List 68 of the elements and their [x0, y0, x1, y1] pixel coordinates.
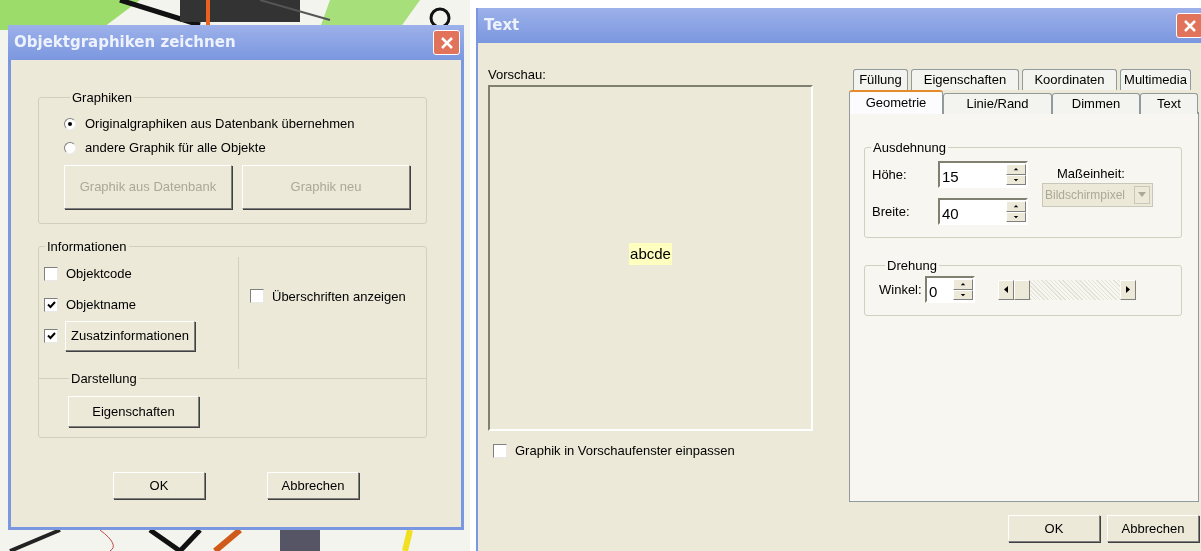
tab[interactable]: Multimedia [1120, 69, 1191, 90]
group-label: Ausdehnung [872, 139, 947, 157]
checkbox[interactable] [44, 267, 58, 281]
checkbox-label: Objektcode [65, 265, 132, 284]
checkmark-icon [46, 332, 56, 340]
spin-up-button[interactable] [1006, 164, 1026, 175]
group-label: Drehung [886, 257, 938, 275]
option-label: andere Graphik für alle Objekte [85, 138, 266, 157]
caret-right-icon [1126, 286, 1130, 293]
slider-thumb[interactable] [1014, 279, 1030, 300]
preview-text: abcde [629, 242, 672, 266]
checkmark-icon [46, 301, 56, 309]
caret-down-icon [1138, 192, 1146, 197]
button[interactable]: OK [1008, 515, 1100, 542]
spin-down-button[interactable] [953, 289, 973, 300]
caret-up-icon [1013, 204, 1019, 209]
window-title: Text [484, 15, 520, 37]
field-label: Höhe: [872, 165, 908, 184]
tab[interactable]: Eigenschaften [911, 69, 1019, 90]
spin-down-button[interactable] [1006, 211, 1026, 222]
tab[interactable]: Text [1140, 93, 1198, 114]
button[interactable]: Abbrechen [267, 472, 359, 499]
button[interactable]: OK [113, 472, 205, 499]
option-label: Originalgraphiken aus Datenbank übernehmen [85, 114, 355, 133]
radio-button[interactable] [64, 141, 76, 154]
spin-field[interactable]: 15 [938, 161, 1028, 188]
button[interactable]: Eigenschaften [68, 396, 199, 427]
group-label: Darstellung [70, 369, 138, 388]
button[interactable]: Zusatzinformationen [65, 321, 195, 351]
close-icon [439, 35, 454, 50]
spin-up-button[interactable] [1006, 201, 1026, 212]
scroll-right-button[interactable] [1120, 279, 1136, 300]
close-icon [1182, 18, 1197, 33]
preview-label: Vorschau: [488, 66, 547, 84]
spin-field[interactable]: 0 [925, 276, 975, 303]
caret-down-icon [1013, 214, 1019, 219]
tab[interactable]: Füllung [853, 69, 908, 90]
group-label: Informationen [46, 238, 128, 256]
tab[interactable]: Linie/Rand [943, 93, 1052, 114]
tab[interactable]: Dimmen [1052, 93, 1140, 114]
tab[interactable]: Koordinaten [1022, 69, 1117, 90]
close-button[interactable] [433, 30, 460, 55]
field-label: Winkel: [879, 280, 923, 299]
checkbox[interactable] [44, 329, 58, 343]
checkbox-label: Objektname [65, 296, 137, 315]
checkbox-label: Graphik in Vorschaufenster einpassen [515, 442, 735, 460]
group-label: Graphiken [71, 89, 133, 107]
spin-field[interactable]: 40 [938, 198, 1028, 225]
caret-left-icon [1004, 286, 1008, 293]
button[interactable]: Abbrechen [1107, 515, 1199, 542]
caret-down-icon [1013, 177, 1019, 182]
close-button[interactable] [1176, 13, 1201, 38]
spin-down-button[interactable] [1006, 174, 1026, 185]
checkbox[interactable] [44, 298, 58, 312]
checkbox[interactable] [493, 443, 507, 458]
spin-up-button[interactable] [953, 279, 973, 290]
window-title: Objektgraphiken zeichnen [14, 32, 236, 54]
field-label: Maßeinheit: [1056, 164, 1126, 183]
scroll-left-button[interactable] [998, 279, 1014, 300]
caret-up-icon [1013, 167, 1019, 172]
caret-down-icon [960, 292, 966, 297]
caret-up-icon [960, 282, 966, 287]
tab[interactable]: Geometrie [849, 90, 943, 114]
field-label: Breite: [872, 202, 911, 221]
checkbox-label: Überschriften anzeigen [272, 287, 406, 306]
slider[interactable] [998, 279, 1136, 300]
checkbox[interactable] [250, 289, 264, 304]
radio-button[interactable] [64, 117, 76, 130]
